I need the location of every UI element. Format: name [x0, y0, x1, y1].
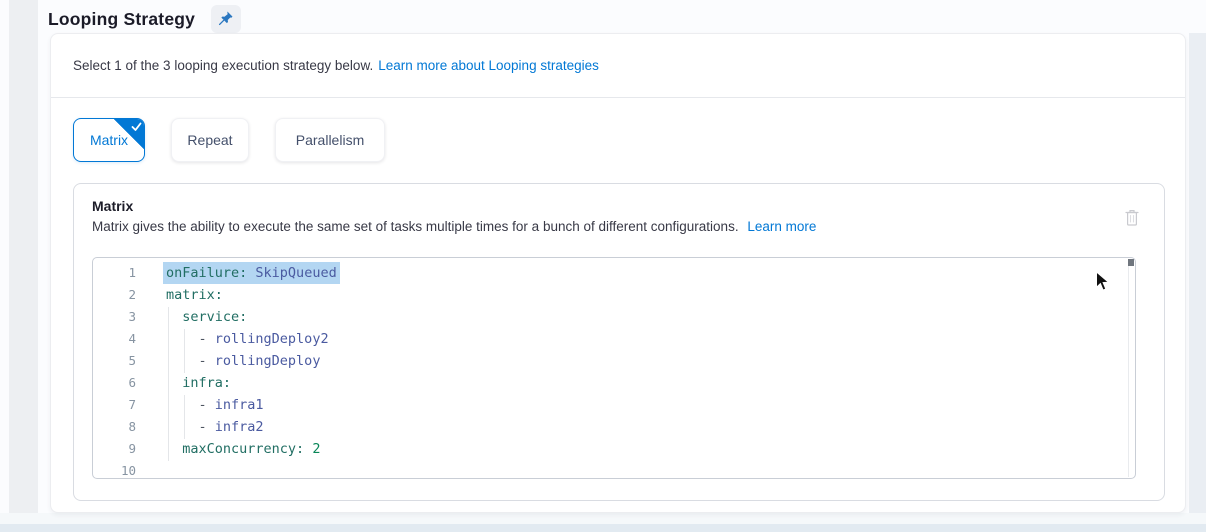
line-number: 1	[93, 262, 136, 284]
tab-matrix[interactable]: Matrix	[73, 118, 145, 162]
panel-header: Matrix Matrix gives the ability to execu…	[74, 184, 1164, 234]
overview-ruler-selection-mark	[1128, 259, 1134, 266]
code-line[interactable]: 2matrix:	[93, 284, 1135, 306]
code-line[interactable]: 7 - infra1	[93, 394, 1135, 416]
strategy-tabs: Matrix Repeat Parallelism	[51, 118, 1185, 162]
line-number: 2	[93, 284, 136, 306]
delete-strategy-button[interactable]	[1122, 206, 1142, 232]
code-line[interactable]: 10	[93, 460, 1135, 479]
tab-parallelism-label: Parallelism	[296, 132, 364, 148]
panel-title: Matrix	[92, 198, 816, 214]
background-strip	[0, 524, 1206, 532]
tab-parallelism[interactable]: Parallelism	[275, 118, 385, 162]
matrix-panel: Matrix Matrix gives the ability to execu…	[73, 183, 1165, 501]
code-line[interactable]: 1onFailure: SkipQueued	[93, 262, 1135, 284]
header: Looping Strategy	[48, 5, 241, 33]
code-line[interactable]: 9 maxConcurrency: 2	[93, 438, 1135, 460]
line-number: 3	[93, 306, 136, 328]
check-icon	[131, 122, 142, 132]
line-number: 7	[93, 394, 136, 416]
pushpin-icon	[218, 10, 234, 29]
tab-repeat-label: Repeat	[187, 132, 232, 148]
intro-row: Select 1 of the 3 looping execution stra…	[51, 34, 1185, 98]
code-line[interactable]: 4 - rollingDeploy2	[93, 328, 1135, 350]
trash-icon	[1124, 215, 1140, 230]
line-number: 10	[93, 460, 136, 479]
learn-more-link[interactable]: Learn more	[747, 219, 816, 234]
background-strip	[0, 513, 1206, 524]
tab-repeat[interactable]: Repeat	[171, 118, 249, 162]
line-number: 4	[93, 328, 136, 350]
panel-description-text: Matrix gives the ability to execute the …	[92, 219, 739, 234]
code-line[interactable]: 3 service:	[93, 306, 1135, 328]
editor-scrollbar[interactable]	[1128, 259, 1129, 477]
page-title: Looping Strategy	[48, 9, 195, 30]
line-number: 9	[93, 438, 136, 460]
right-panel-edge	[1189, 33, 1206, 513]
left-panel-edge	[9, 0, 38, 522]
code-line[interactable]: 8 - infra2	[93, 416, 1135, 438]
line-number: 8	[93, 416, 136, 438]
panel-description: Matrix gives the ability to execute the …	[92, 219, 816, 234]
looping-strategy-card: Select 1 of the 3 looping execution stra…	[50, 33, 1186, 513]
code-line[interactable]: 6 infra:	[93, 372, 1135, 394]
intro-text: Select 1 of the 3 looping execution stra…	[73, 58, 373, 73]
code-lines: 1onFailure: SkipQueued2matrix:3 service:…	[93, 258, 1135, 479]
looping-strategies-link[interactable]: Learn more about Looping strategies	[378, 58, 599, 73]
code-line[interactable]: 5 - rollingDeploy	[93, 350, 1135, 372]
pin-button[interactable]	[211, 5, 241, 33]
line-number: 5	[93, 350, 136, 372]
line-number: 6	[93, 372, 136, 394]
selected-corner	[114, 119, 144, 149]
yaml-editor[interactable]: 1onFailure: SkipQueued2matrix:3 service:…	[92, 257, 1136, 479]
